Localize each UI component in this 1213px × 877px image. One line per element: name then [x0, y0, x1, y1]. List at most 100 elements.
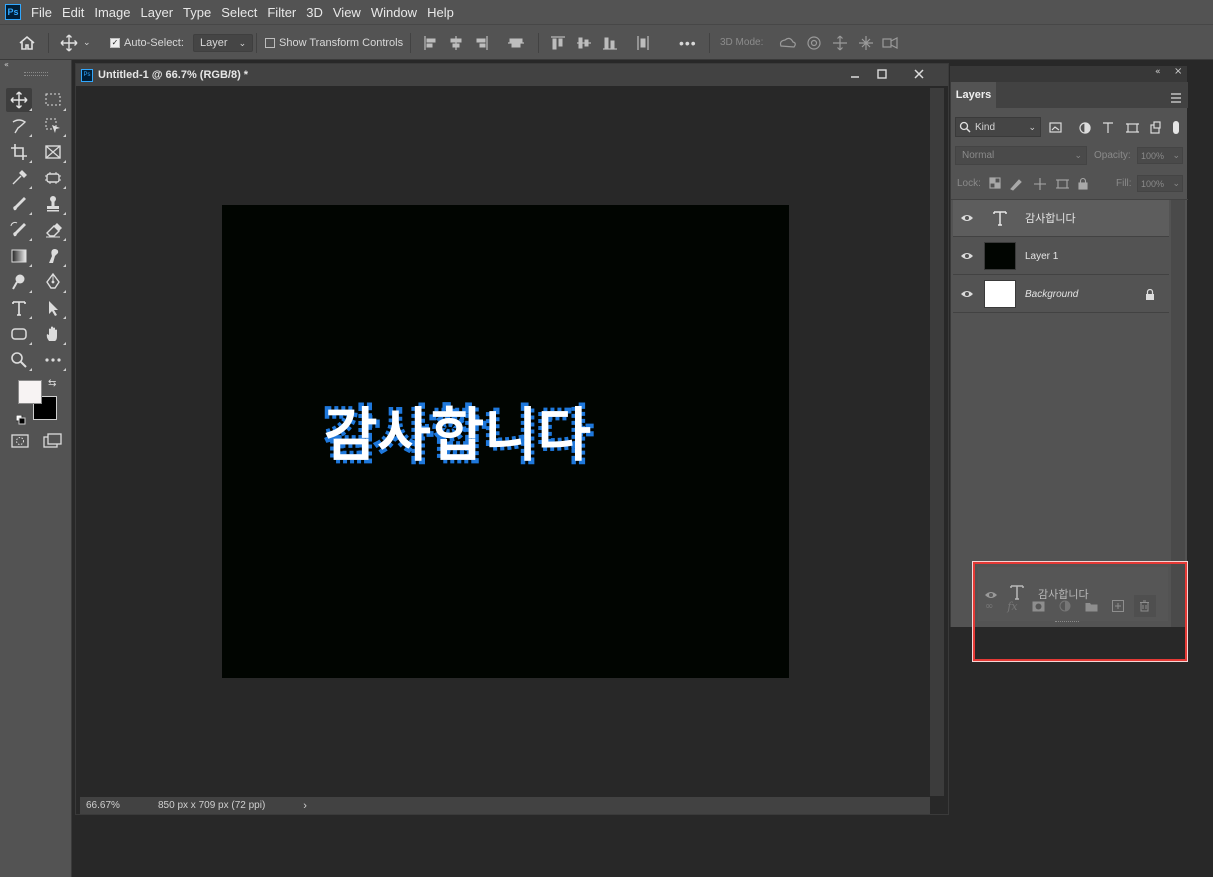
menu-window[interactable]: Window [371, 5, 417, 20]
chevron-down-icon: ⌄ [83, 37, 91, 47]
artboard[interactable]: 감사합니다 감사합니다 [222, 205, 789, 678]
object-selection-tool-icon[interactable] [40, 114, 66, 138]
clone-stamp-tool-icon[interactable] [40, 192, 66, 216]
document-window: Ps Untitled-1 @ 66.7% (RGB/8) * 감사합니다 감사… [75, 63, 949, 815]
chevron-down-icon: ⌄ [1172, 178, 1180, 188]
lock-icon[interactable] [1145, 285, 1155, 304]
menu-select[interactable]: Select [221, 5, 257, 20]
marquee-tool-icon[interactable] [40, 88, 66, 112]
chevron-down-icon: ⌄ [1172, 150, 1180, 160]
status-bar: 66.67% 850 px x 709 px (72 ppi) › [80, 797, 930, 814]
opacity-field[interactable]: 100% ⌄ [1137, 147, 1183, 164]
menu-type[interactable]: Type [183, 5, 211, 20]
collapse-panel-icon[interactable]: « [1155, 67, 1161, 77]
history-brush-tool-icon[interactable] [6, 218, 32, 242]
layer-thumbnail [984, 242, 1016, 270]
foreground-color-swatch[interactable] [18, 380, 42, 404]
drop-target-highlight [973, 562, 1187, 661]
3d-mode-label: 3D Mode: [720, 37, 764, 48]
layer-row-layer1[interactable]: Layer 1 [953, 238, 1169, 275]
canvas-area[interactable]: 감사합니다 감사합니다 [80, 88, 930, 798]
menu-view[interactable]: View [333, 5, 361, 20]
smudge-tool-icon[interactable] [40, 244, 66, 268]
distribute-buttons-group [550, 25, 654, 60]
panel-menu-icon[interactable] [1170, 88, 1182, 107]
filter-icons-group [1049, 120, 1179, 139]
layer-row-background[interactable]: Background [953, 276, 1169, 313]
rectangle-tool-icon[interactable] [6, 322, 32, 346]
eyedropper-tool-icon[interactable] [6, 166, 32, 190]
menu-image[interactable]: Image [94, 5, 130, 20]
fill-field[interactable]: 100% ⌄ [1137, 175, 1183, 192]
menu-edit[interactable]: Edit [62, 5, 84, 20]
chevron-down-icon: ⌄ [1074, 150, 1082, 160]
vertical-scrollbar[interactable] [930, 88, 944, 796]
options-bar: ⌄ ✓ Auto-Select: Layer ⌄ Show Transform … [0, 24, 1213, 60]
layers-panel: Layers Kind ⌄ Normal ⌄ Opacity: 100% ⌄ Lo… [950, 82, 1188, 710]
auto-select-label: Auto-Select: [124, 36, 184, 49]
home-icon[interactable] [18, 25, 36, 60]
auto-select-dropdown[interactable]: Layer ⌄ [193, 25, 254, 60]
document-file-icon: Ps [81, 68, 93, 82]
swap-colors-icon[interactable]: ⇆ [48, 378, 56, 389]
opacity-label: Opacity: [1094, 150, 1131, 161]
close-button[interactable] [908, 66, 930, 82]
crop-tool-icon[interactable] [6, 140, 32, 164]
layer-row-text[interactable]: 감사합니다 [953, 200, 1169, 237]
menu-help[interactable]: Help [427, 5, 454, 20]
text-layer-thumb-icon [984, 209, 1016, 227]
spot-healing-tool-icon[interactable] [40, 166, 66, 190]
layer-name: Background [1025, 288, 1079, 300]
layer-thumbnail [984, 280, 1016, 308]
path-selection-tool-icon[interactable] [40, 296, 66, 320]
lasso-tool-icon[interactable] [6, 114, 32, 138]
minimize-button[interactable] [844, 66, 866, 82]
tab-layers[interactable]: Layers [951, 82, 997, 108]
menu-3d[interactable]: 3D [306, 5, 323, 20]
menu-filter[interactable]: Filter [267, 5, 296, 20]
edit-toolbar-icon[interactable] [40, 348, 66, 372]
document-title-bar[interactable]: Ps Untitled-1 @ 66.7% (RGB/8) * [76, 64, 948, 86]
blend-mode-value: Normal [962, 150, 995, 161]
status-menu-arrow-icon[interactable]: › [303, 800, 307, 812]
screen-mode-icon[interactable] [43, 433, 63, 453]
gradient-tool-icon[interactable] [6, 244, 32, 268]
zoom-level[interactable]: 66.67% [86, 800, 146, 811]
document-title: Untitled-1 @ 66.7% (RGB/8) * [98, 69, 249, 81]
zoom-tool-icon[interactable] [6, 348, 32, 372]
document-dimensions: 850 px x 709 px (72 ppi) [158, 800, 266, 811]
chevron-down-icon: ⌄ [238, 37, 247, 48]
menu-layer[interactable]: Layer [141, 5, 174, 20]
dodge-tool-icon[interactable] [6, 270, 32, 294]
pen-tool-icon[interactable] [40, 270, 66, 294]
default-colors-icon[interactable] [15, 410, 26, 425]
collapse-icon[interactable]: « [4, 60, 68, 70]
close-panel-icon[interactable]: × [1174, 66, 1182, 77]
quick-mask-icon[interactable] [11, 433, 29, 453]
type-tool-icon[interactable] [6, 296, 32, 320]
visibility-eye-icon[interactable] [956, 251, 978, 261]
frame-tool-icon[interactable] [40, 140, 66, 164]
move-tool-icon[interactable] [6, 88, 32, 112]
brush-tool-icon[interactable] [6, 192, 32, 216]
menu-file[interactable]: File [31, 5, 52, 20]
panel-dock-empty-area [950, 627, 1187, 877]
hand-tool-icon[interactable] [40, 322, 66, 346]
blend-mode-dropdown[interactable]: Normal ⌄ [955, 146, 1087, 165]
layer-name: Layer 1 [1025, 250, 1059, 262]
move-tool-preset-icon[interactable]: ⌄ [60, 25, 91, 60]
checkbox-checked-icon: ✓ [110, 37, 120, 48]
auto-select-checkbox[interactable]: ✓ Auto-Select: [110, 25, 184, 60]
visibility-eye-icon[interactable] [956, 213, 978, 223]
canvas-text: 감사합니다 [324, 401, 591, 469]
canvas-text-graphic: 감사합니다 감사합니다 [321, 398, 595, 473]
chevron-down-icon: ⌄ [1028, 121, 1036, 132]
maximize-button[interactable] [871, 66, 893, 82]
more-options-button[interactable]: ••• [679, 25, 697, 60]
filter-kind-dropdown[interactable]: Kind ⌄ [955, 117, 1041, 137]
lock-label: Lock: [957, 178, 981, 189]
eraser-tool-icon[interactable] [40, 218, 66, 242]
drag-handle[interactable] [24, 72, 48, 76]
show-transform-checkbox[interactable]: Show Transform Controls [265, 25, 403, 60]
visibility-eye-icon[interactable] [956, 289, 978, 299]
